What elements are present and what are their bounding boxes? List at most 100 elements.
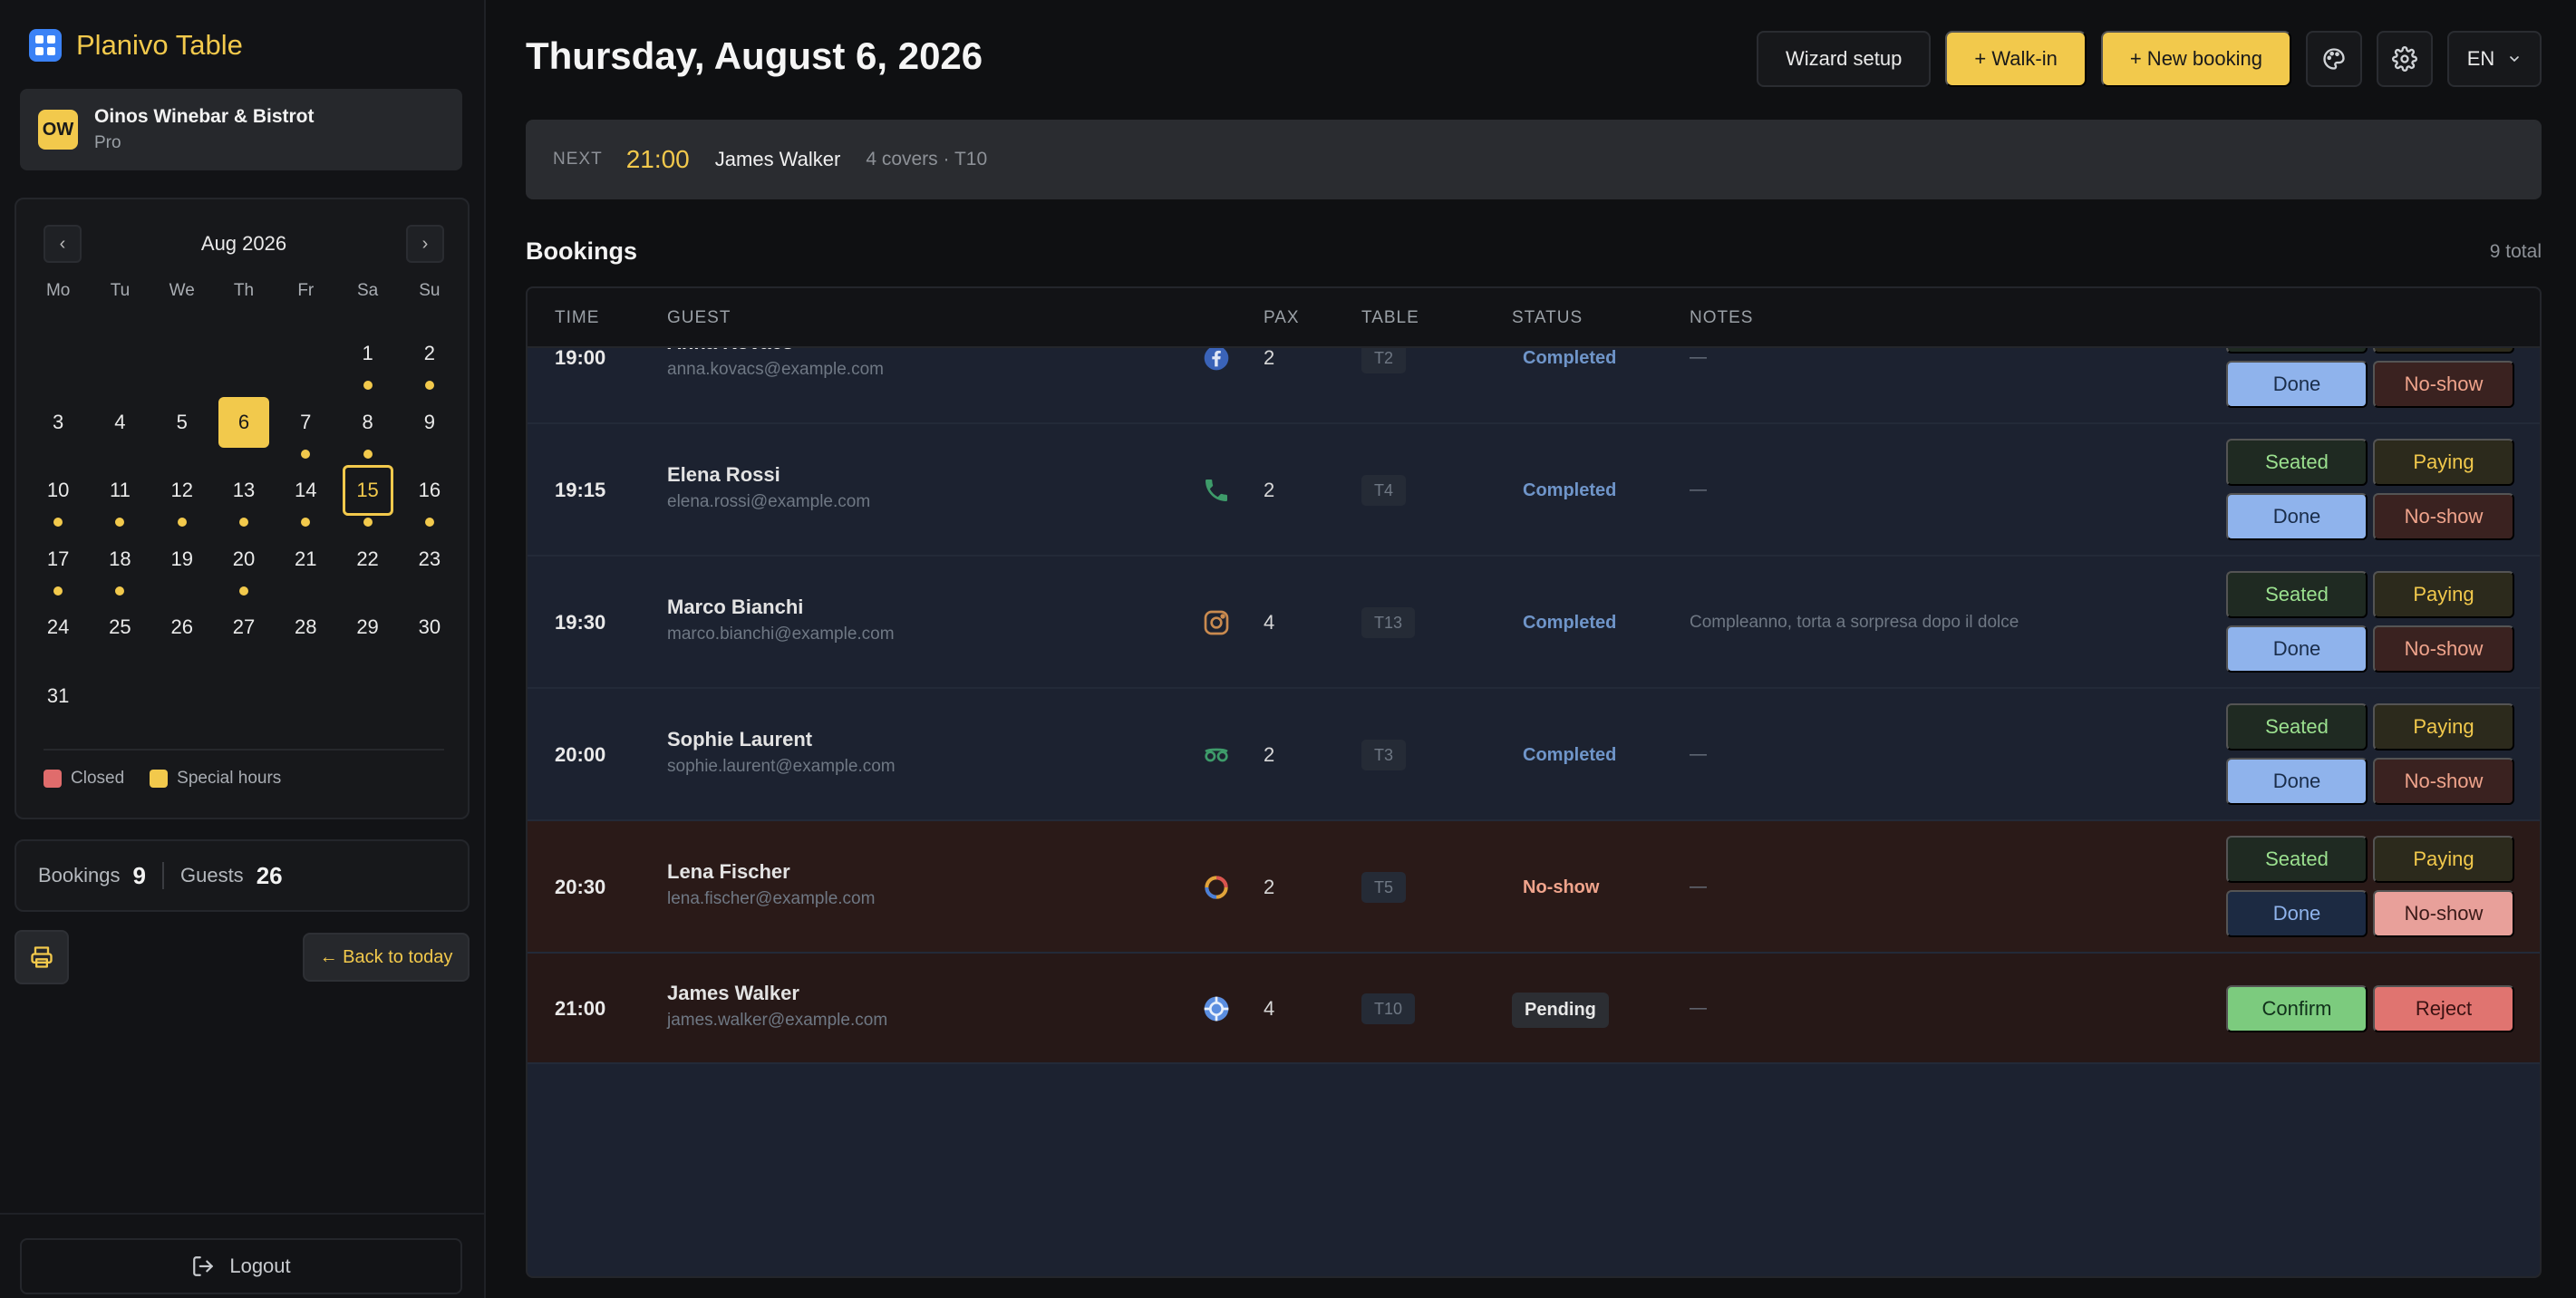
calendar-prev-button[interactable]: ‹: [44, 225, 82, 263]
no-show-button[interactable]: No-show: [2373, 493, 2514, 540]
calendar-day-cell[interactable]: 20: [213, 521, 275, 596]
table-row[interactable]: 19:15 Elena Rossi elena.rossi@example.com 2…: [528, 424, 2540, 557]
calendar-day[interactable]: 15: [342, 465, 393, 516]
seated-button[interactable]: Seated: [2226, 703, 2368, 751]
calendar-day[interactable]: 12: [157, 465, 208, 516]
calendar-day[interactable]: 7: [280, 397, 331, 448]
calendar-day[interactable]: 13: [218, 465, 269, 516]
guest-name[interactable]: Marco Bianchi: [667, 596, 803, 619]
calendar-day-cell[interactable]: 16: [399, 452, 460, 527]
calendar-day[interactable]: 8: [343, 397, 393, 448]
calendar-day-cell[interactable]: 13: [213, 452, 275, 527]
calendar-next-button[interactable]: ›: [405, 225, 444, 263]
no-show-button[interactable]: No-show: [2373, 625, 2514, 673]
calendar-day[interactable]: 31: [33, 671, 83, 722]
guest-name[interactable]: Elena Rossi: [667, 463, 780, 487]
calendar-day-cell[interactable]: 29: [336, 589, 398, 658]
organization-switcher[interactable]: OW Oinos Winebar & Bistrot Pro: [20, 89, 462, 170]
guest-name[interactable]: Sophie Laurent: [667, 728, 812, 751]
walk-in-button[interactable]: + Walk-in: [1945, 31, 2087, 87]
calendar-day[interactable]: 29: [343, 602, 393, 653]
calendar-day[interactable]: 17: [33, 534, 83, 585]
calendar-day-cell[interactable]: 7: [275, 384, 336, 459]
reject-button[interactable]: Reject: [2373, 985, 2514, 1032]
calendar-day[interactable]: 25: [94, 602, 145, 653]
table-row[interactable]: 20:30 Lena Fischer lena.fischer@example.co…: [528, 821, 2540, 954]
seated-button[interactable]: Seated: [2226, 439, 2368, 486]
print-button[interactable]: [15, 930, 69, 984]
calendar-day-cell[interactable]: 22: [336, 521, 398, 590]
done-button[interactable]: Done: [2226, 758, 2368, 805]
calendar-day-cell[interactable]: 2: [399, 315, 460, 390]
calendar-day-cell[interactable]: 24: [27, 589, 89, 658]
calendar-day-cell[interactable]: 15: [336, 452, 398, 527]
seated-button[interactable]: Seated: [2226, 571, 2368, 618]
calendar-day[interactable]: 2: [404, 328, 455, 379]
done-button[interactable]: Done: [2226, 493, 2368, 540]
calendar-day-cell[interactable]: 31: [27, 658, 89, 727]
calendar-day[interactable]: 30: [404, 602, 455, 653]
calendar-day-cell[interactable]: 5: [151, 384, 213, 453]
paying-button[interactable]: Paying: [2373, 703, 2514, 751]
calendar-day-cell[interactable]: 10: [27, 452, 89, 527]
guest-name[interactable]: James Walker: [667, 982, 799, 1005]
no-show-button[interactable]: No-show: [2373, 758, 2514, 805]
calendar-day[interactable]: 23: [404, 534, 455, 585]
calendar-day-cell[interactable]: 27: [213, 589, 275, 658]
seated-button[interactable]: Seated: [2226, 836, 2368, 883]
calendar-day[interactable]: 26: [157, 602, 208, 653]
wizard-setup-button[interactable]: Wizard setup: [1756, 31, 1932, 87]
table-row[interactable]: 19:30 Marco Bianchi marco.bianchi@example.…: [528, 557, 2540, 689]
calendar-day-cell[interactable]: 25: [89, 589, 150, 658]
guest-name[interactable]: Lena Fischer: [667, 860, 790, 884]
calendar-day-cell[interactable]: 30: [399, 589, 460, 658]
calendar-day-cell[interactable]: 19: [151, 521, 213, 590]
calendar-day[interactable]: 22: [343, 534, 393, 585]
calendar-day[interactable]: 5: [157, 397, 208, 448]
theme-button[interactable]: [2306, 31, 2362, 87]
done-button[interactable]: Done: [2226, 625, 2368, 673]
calendar-day[interactable]: 14: [280, 465, 331, 516]
paying-button[interactable]: Paying: [2373, 439, 2514, 486]
calendar-day[interactable]: 9: [404, 397, 455, 448]
next-booking-banner[interactable]: NEXT 21:00 James Walker 4 covers · T10: [526, 120, 2542, 199]
settings-button[interactable]: [2377, 31, 2433, 87]
table-row[interactable]: 20:00 Sophie Laurent sophie.laurent@exampl…: [528, 689, 2540, 821]
calendar-day-cell[interactable]: 9: [399, 384, 460, 453]
paying-button[interactable]: Paying: [2373, 571, 2514, 618]
calendar-day[interactable]: 28: [280, 602, 331, 653]
calendar-day-cell[interactable]: 17: [27, 521, 89, 596]
paying-button[interactable]: Paying: [2373, 836, 2514, 883]
done-button[interactable]: Done: [2226, 890, 2368, 937]
no-show-button[interactable]: No-show: [2373, 361, 2514, 408]
calendar-day[interactable]: 21: [280, 534, 331, 585]
calendar-day[interactable]: 10: [33, 465, 83, 516]
calendar-day[interactable]: 16: [404, 465, 455, 516]
table-badge[interactable]: T13: [1361, 607, 1416, 638]
calendar-day-cell[interactable]: 28: [275, 589, 336, 658]
back-to-today-button[interactable]: ← Back to today: [303, 933, 470, 982]
calendar-day[interactable]: 24: [33, 602, 83, 653]
language-select[interactable]: EN: [2447, 31, 2542, 87]
calendar-day[interactable]: 3: [33, 397, 83, 448]
calendar-day[interactable]: 18: [94, 534, 145, 585]
confirm-button[interactable]: Confirm: [2226, 985, 2368, 1032]
done-button[interactable]: Done: [2226, 361, 2368, 408]
calendar-day-cell[interactable]: 21: [275, 521, 336, 590]
calendar-day[interactable]: 11: [94, 465, 145, 516]
table-row[interactable]: 21:00 James Walker james.walker@example.co…: [528, 954, 2540, 1064]
new-booking-button[interactable]: + New booking: [2100, 31, 2291, 87]
calendar-day-cell[interactable]: 11: [89, 452, 150, 527]
table-badge[interactable]: T10: [1361, 993, 1416, 1024]
calendar-day-cell[interactable]: 4: [89, 384, 150, 453]
table-badge[interactable]: T3: [1361, 740, 1407, 770]
calendar-day[interactable]: 1: [343, 328, 393, 379]
calendar-day-cell[interactable]: 8: [336, 384, 398, 459]
calendar-day-cell[interactable]: 14: [275, 452, 336, 527]
calendar-day[interactable]: 4: [94, 397, 145, 448]
table-badge[interactable]: T4: [1361, 475, 1407, 506]
calendar-day[interactable]: 6: [218, 396, 269, 448]
calendar-day-cell[interactable]: 6: [213, 384, 275, 453]
calendar-day-cell[interactable]: 1: [336, 315, 398, 390]
no-show-button[interactable]: No-show: [2373, 890, 2514, 937]
